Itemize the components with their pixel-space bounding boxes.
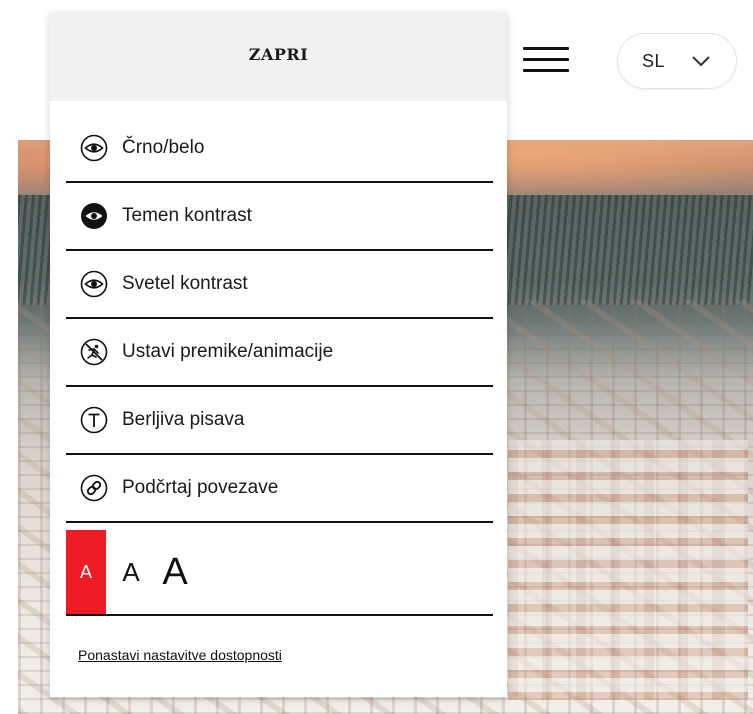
close-label: ZAPRI xyxy=(248,44,309,64)
eye-icon xyxy=(80,134,108,162)
font-size-medium-button[interactable]: A xyxy=(106,530,156,614)
option-label: Svetel kontrast xyxy=(122,273,248,294)
option-light-contrast[interactable]: Svetel kontrast xyxy=(66,251,493,319)
option-stop-animations[interactable]: Ustavi premike/animacije xyxy=(66,319,493,387)
accessibility-panel: ZAPRI Črno/belo Temen kontrast Svetel ko… xyxy=(50,13,507,697)
font-size-selector: A A A xyxy=(66,530,493,616)
option-label: Temen kontrast xyxy=(122,205,252,226)
chevron-down-icon xyxy=(692,56,710,67)
town-houses xyxy=(508,440,748,700)
option-label: Ustavi premike/animacije xyxy=(122,341,334,362)
close-panel-button[interactable]: ZAPRI xyxy=(50,13,507,101)
font-size-small-button[interactable]: A xyxy=(66,530,106,614)
link-icon xyxy=(80,474,108,502)
font-size-large-button[interactable]: A xyxy=(156,530,194,614)
hamburger-bar xyxy=(523,69,569,72)
text-font-icon xyxy=(80,406,108,434)
option-label: Črno/belo xyxy=(122,137,205,158)
stop-motion-icon xyxy=(80,338,108,366)
option-dark-contrast[interactable]: Temen kontrast xyxy=(66,183,493,251)
eye-filled-icon xyxy=(81,203,107,229)
option-grayscale[interactable]: Črno/belo xyxy=(66,115,493,183)
hamburger-bar xyxy=(523,58,569,61)
eye-icon xyxy=(80,270,108,298)
menu-hamburger-button[interactable] xyxy=(521,43,571,77)
accessibility-options-list: Črno/belo Temen kontrast Svetel kontrast xyxy=(66,115,493,523)
option-underline-links[interactable]: Podčrtaj povezave xyxy=(66,455,493,523)
hamburger-bar xyxy=(523,47,569,50)
option-label: Podčrtaj povezave xyxy=(122,477,279,498)
language-select[interactable]: SL xyxy=(617,33,737,89)
option-readable-font[interactable]: Berljiva pisava xyxy=(66,387,493,455)
reset-accessibility-link[interactable]: Ponastavi nastavitve dostopnosti xyxy=(78,647,282,663)
language-code: SL xyxy=(642,51,666,71)
option-label: Berljiva pisava xyxy=(122,409,245,430)
